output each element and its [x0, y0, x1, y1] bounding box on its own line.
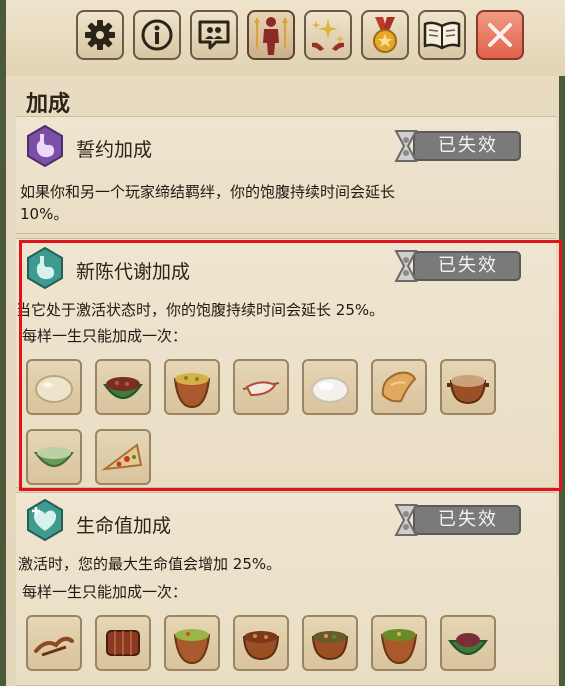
bonus-panel-health: 生命值加成 已失效 激活时，您的最大生命值会增加 25%。 每样一生只能加成一次…: [16, 492, 556, 686]
stomach-icon: [27, 247, 63, 289]
friends-bubble-icon: [198, 20, 230, 50]
bonus-name: 生命值加成: [76, 515, 172, 537]
food-slot[interactable]: [26, 615, 82, 671]
tab-settings[interactable]: [76, 10, 124, 60]
green-bowl-food-icon: [34, 447, 74, 467]
book-icon: [423, 21, 461, 50]
status-label: 已失效: [438, 255, 498, 276]
food-slot[interactable]: [302, 359, 358, 415]
bonus-panel-oath: 誓约加成 已失效 如果你和另一个玩家缔结羁绊，你的饱腹持续时间会延长 10%。: [16, 116, 556, 234]
close-icon: [488, 23, 512, 47]
heart-plus-icon: [27, 499, 63, 541]
info-icon: [141, 19, 173, 51]
bonus-panel-metabolism: 新陈代谢加成 已失效 当它处于激活状态时，你的饱腹持续时间会延长 25%。 每样…: [16, 238, 556, 488]
once-per-life-note: 每样一生只能加成一次：: [22, 327, 188, 345]
salad-pot-food-icon: [173, 629, 211, 665]
status-label: 已失效: [438, 135, 498, 156]
bonus-description: 当它处于激活状态时，你的饱腹持续时间会延长 25%。: [16, 301, 385, 319]
stomach-icon: [27, 125, 63, 167]
status-badge: 已失效: [386, 129, 522, 163]
soup-pot-food-icon: [311, 631, 349, 661]
food-slot[interactable]: [371, 359, 427, 415]
meat-stew-food-icon: [242, 631, 280, 661]
bonus-name: 誓约加成: [76, 139, 153, 161]
bonus-description: 如果你和另一个玩家缔结羁绊，你的饱腹持续时间会延长 10%。: [20, 181, 540, 225]
status-label: 已失效: [438, 509, 498, 530]
once-per-life-note: 每样一生只能加成一次：: [22, 583, 188, 601]
character-boost-icon: [254, 17, 288, 55]
tab-journal[interactable]: [418, 10, 466, 60]
description-line: 10%。: [20, 205, 69, 223]
egg-food-icon: [35, 375, 73, 403]
rice-ball-food-icon: [311, 377, 349, 403]
bread-food-icon: [381, 371, 417, 403]
medal-icon: [373, 17, 397, 53]
tab-bar: [6, 0, 565, 76]
bonus-window: 加成 誓约加成 已失效 如果你和另一个玩家缔结羁绊，你的饱腹持续时间会延长 10…: [0, 0, 565, 686]
veggie-pot-food-icon: [380, 629, 418, 665]
tab-blessings[interactable]: [304, 10, 352, 60]
pumpkin-soup-food-icon: [173, 373, 211, 409]
food-slot[interactable]: [164, 615, 220, 671]
food-slot[interactable]: [95, 359, 151, 415]
ribs-food-icon: [106, 630, 140, 656]
gear-icon: [85, 20, 115, 50]
stew-pot-food-icon: [447, 375, 489, 405]
food-slot[interactable]: [440, 359, 496, 415]
tab-achievements[interactable]: [361, 10, 409, 60]
status-badge: 已失效: [386, 249, 522, 283]
food-slot[interactable]: [95, 429, 151, 485]
roast-food-icon: [34, 636, 74, 657]
bonus-description: 激活时，您的最大生命值会增加 25%。: [18, 555, 282, 573]
status-badge: 已失效: [386, 503, 522, 537]
description-line: 如果你和另一个玩家缔结羁绊，你的饱腹持续时间会延长: [20, 183, 396, 201]
sparkle-hands-icon: [312, 19, 344, 51]
food-slot[interactable]: [233, 359, 289, 415]
cabbage-bowl-food-icon: [103, 377, 143, 399]
tab-bonuses[interactable]: [247, 10, 295, 60]
food-slot[interactable]: [233, 615, 289, 671]
food-slot[interactable]: [440, 615, 496, 671]
meat-skewer-food-icon: [242, 381, 280, 397]
section-title: 加成: [26, 92, 71, 117]
cabbage-dish-food-icon: [448, 633, 488, 655]
food-slot[interactable]: [164, 359, 220, 415]
food-slot[interactable]: [26, 359, 82, 415]
bonus-name: 新陈代谢加成: [76, 261, 191, 283]
food-slot[interactable]: [302, 615, 358, 671]
tab-social[interactable]: [190, 10, 238, 60]
tab-info[interactable]: [133, 10, 181, 60]
food-slot[interactable]: [371, 615, 427, 671]
food-slot[interactable]: [95, 615, 151, 671]
pizza-slice-food-icon: [101, 443, 143, 471]
close-button[interactable]: [476, 10, 524, 60]
food-slot[interactable]: [26, 429, 82, 485]
